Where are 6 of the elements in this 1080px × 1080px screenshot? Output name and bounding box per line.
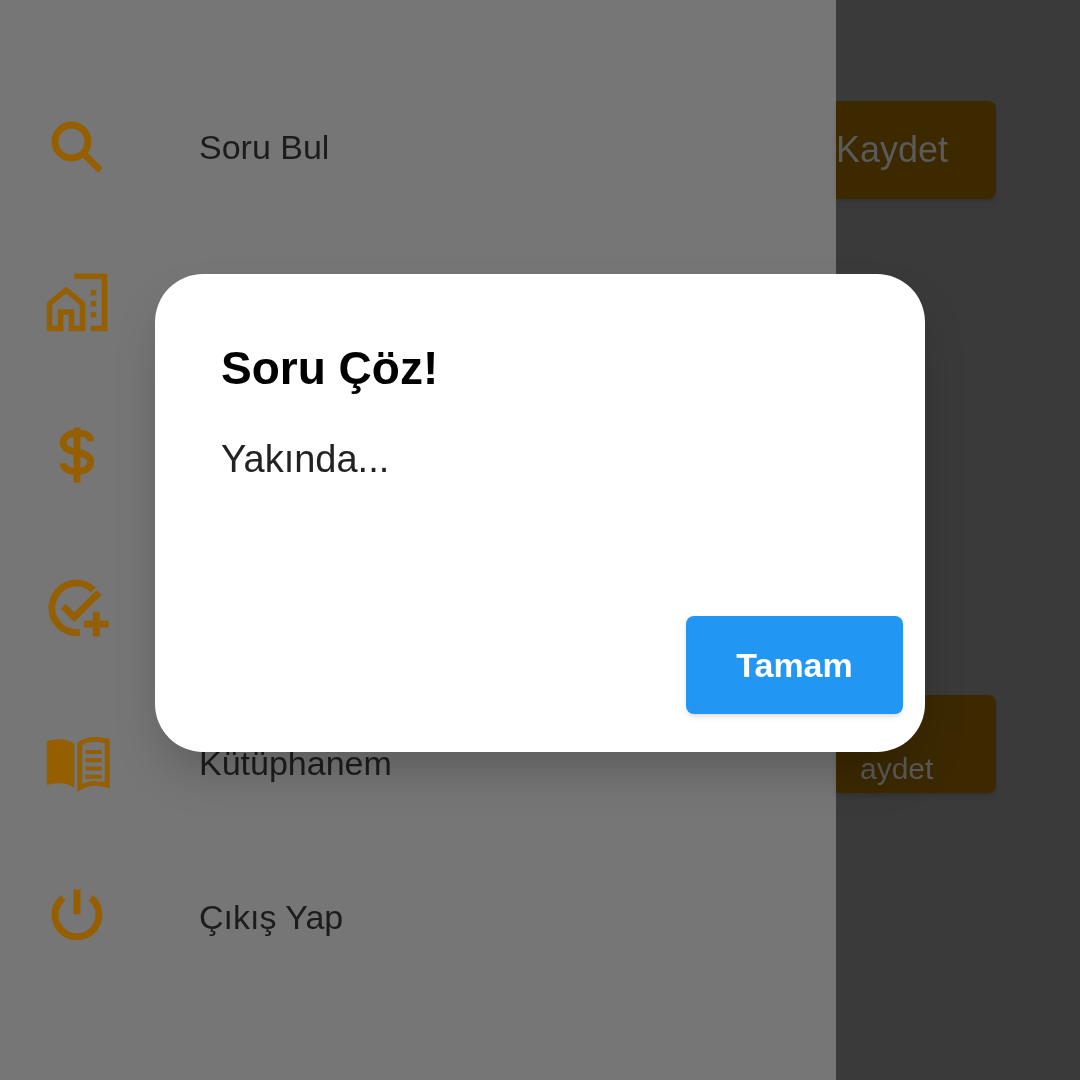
ok-button[interactable]: Tamam bbox=[686, 616, 903, 714]
menu-item[interactable]: Soru Bul bbox=[199, 121, 330, 173]
menu-item[interactable]: Çıkış Yap bbox=[199, 891, 344, 943]
save-button[interactable]: Kaydet bbox=[836, 101, 996, 199]
dialog-title: Soru Çöz! bbox=[221, 341, 439, 396]
dialog-message: Yakında... bbox=[221, 436, 390, 482]
